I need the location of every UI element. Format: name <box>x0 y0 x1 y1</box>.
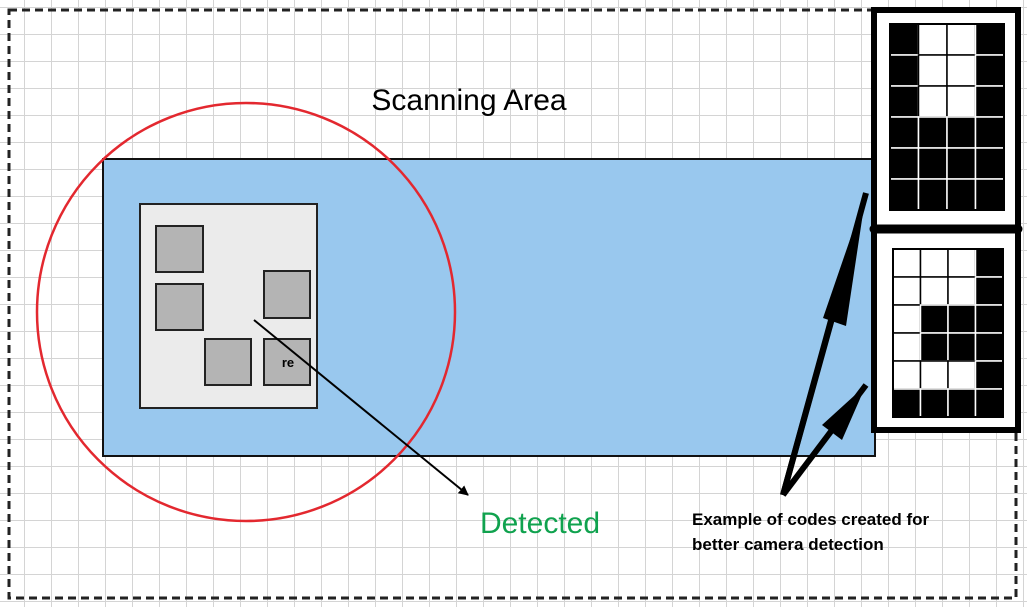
code-cell <box>892 304 922 334</box>
code-cell <box>917 23 948 56</box>
code-cell <box>946 178 977 211</box>
code-cell <box>947 332 977 362</box>
code-cell <box>974 332 1004 362</box>
code-pattern-top <box>889 23 1005 211</box>
code-cell <box>889 23 920 56</box>
code-cell <box>974 388 1004 418</box>
code-cell <box>974 304 1004 334</box>
code-cell <box>892 276 922 306</box>
code-cell <box>892 360 922 390</box>
marker-label: re <box>282 355 294 370</box>
code-cell <box>946 85 977 118</box>
code-cell <box>892 248 922 278</box>
code-cell <box>946 23 977 56</box>
code-cell <box>946 147 977 180</box>
code-cell <box>946 54 977 87</box>
code-cell <box>974 276 1004 306</box>
detected-label: Detected <box>480 507 600 540</box>
code-cell <box>974 147 1005 180</box>
code-cell <box>974 54 1005 87</box>
code-cell <box>947 360 977 390</box>
code-cell <box>919 276 949 306</box>
code-cell <box>917 116 948 149</box>
code-cell <box>889 116 920 149</box>
scanning-area-title: Scanning Area <box>371 84 566 117</box>
code-cell <box>892 388 922 418</box>
code-cell <box>974 360 1004 390</box>
code-cell <box>919 248 949 278</box>
code-cell <box>919 388 949 418</box>
code-cell <box>889 147 920 180</box>
code-cell <box>889 54 920 87</box>
code-cell <box>974 85 1005 118</box>
code-cell <box>917 54 948 87</box>
code-cell <box>946 116 977 149</box>
code-cell <box>919 304 949 334</box>
code-cell <box>947 304 977 334</box>
example-caption-line1: Example of codes created for <box>692 510 930 529</box>
code-cell <box>974 116 1005 149</box>
code-cell <box>947 276 977 306</box>
marker-square <box>155 283 204 331</box>
marker-square <box>204 338 252 386</box>
code-cell <box>919 332 949 362</box>
marker-square <box>263 270 311 319</box>
code-pattern-bottom <box>892 248 1004 418</box>
diagram-canvas: re Scanning Area Detected Example of cod… <box>7 7 1023 600</box>
code-cell <box>889 178 920 211</box>
code-cell <box>974 178 1005 211</box>
code-cell <box>917 178 948 211</box>
code-cell <box>974 23 1005 56</box>
code-cell <box>917 147 948 180</box>
code-cell <box>919 360 949 390</box>
code-cell <box>892 332 922 362</box>
marker-square <box>155 225 204 273</box>
code-cell <box>917 85 948 118</box>
example-caption-line2: better camera detection <box>692 535 884 554</box>
code-cell <box>889 85 920 118</box>
code-cell <box>974 248 1004 278</box>
code-cell <box>947 388 977 418</box>
code-cell <box>947 248 977 278</box>
